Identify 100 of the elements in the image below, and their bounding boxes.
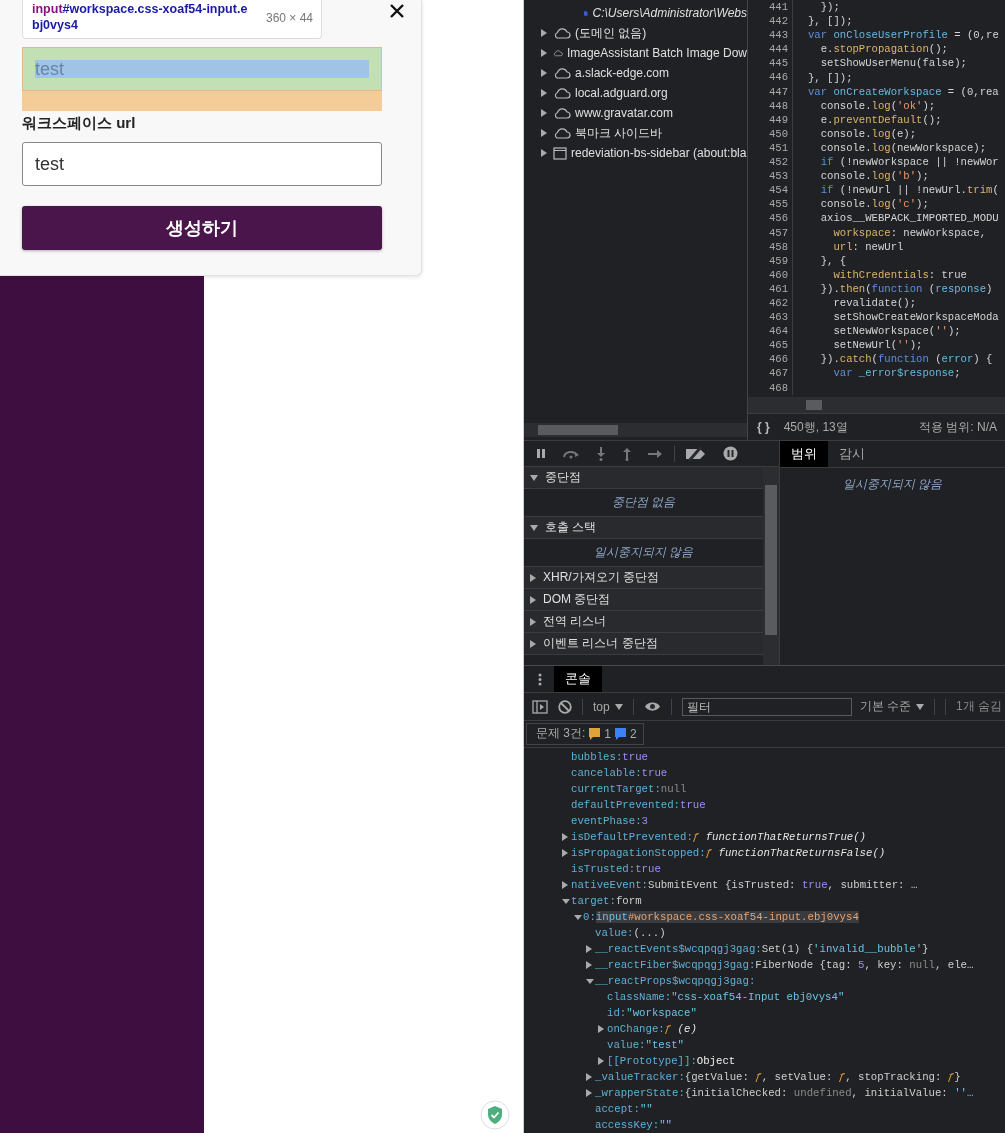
- section-header[interactable]: 중단점: [545, 469, 581, 486]
- line-number: 441: [748, 0, 793, 15]
- issues-button[interactable]: 문제 3건: 1 2: [526, 723, 644, 745]
- code-line: revalidate();: [832, 297, 917, 309]
- code-line: e.preventDefault();: [819, 113, 942, 126]
- format-button[interactable]: { }: [757, 420, 770, 434]
- filter-field[interactable]: 필터: [681, 697, 852, 716]
- expand-arrow-icon[interactable]: [562, 881, 568, 889]
- code-line: setShowCreateWorkspaceModa: [832, 311, 999, 324]
- code-line: console.log(newWorkspace);: [819, 142, 986, 154]
- context-select[interactable]: top: [593, 699, 623, 714]
- clear-icon[interactable]: [558, 699, 572, 714]
- line-number: 458: [748, 239, 793, 254]
- pause-icon[interactable]: [536, 448, 546, 459]
- expand-arrow-icon[interactable]: [530, 639, 536, 648]
- property-line: [[Prototype]]:Object: [607, 1055, 736, 1067]
- property-line: _wrapperState:{initialChecked: undefined, initialValue: ''…: [595, 1087, 974, 1099]
- expand-arrow-icon[interactable]: [586, 961, 592, 969]
- code-line: console.log(e);: [819, 127, 917, 140]
- expand-arrow-icon[interactable]: [574, 914, 582, 920]
- property-line: currentTarget:null: [571, 783, 687, 795]
- element-size: 360 × 44: [265, 11, 313, 25]
- line-number: 459: [748, 253, 793, 268]
- close-icon[interactable]: [390, 4, 404, 18]
- tree-item[interactable]: 북마크 사이드바: [575, 124, 663, 142]
- level-select[interactable]: 기본 수준: [859, 698, 925, 715]
- expand-arrow-icon[interactable]: [530, 595, 536, 604]
- shield-icon[interactable]: [480, 1100, 510, 1130]
- expand-arrow-icon[interactable]: [598, 1057, 604, 1065]
- drawer-tab[interactable]: 콘솔: [554, 666, 602, 692]
- eye-icon[interactable]: [643, 701, 661, 712]
- expand-arrow-icon[interactable]: [530, 474, 538, 481]
- tree-item[interactable]: C:\Users\Administrator\Webs: [592, 6, 747, 20]
- step-out-icon[interactable]: [622, 446, 632, 461]
- issue-count: 2: [630, 726, 637, 741]
- line-number: 451: [748, 140, 793, 156]
- tree-item[interactable]: a.slack-edge.com: [575, 66, 670, 80]
- step-over-icon[interactable]: [562, 448, 580, 459]
- expand-arrow-icon[interactable]: [541, 129, 547, 137]
- cloud-icon: [553, 127, 571, 139]
- line-number: 453: [748, 169, 793, 184]
- create-button[interactable]: 생성하기: [22, 206, 382, 250]
- cloud-icon: [553, 27, 571, 39]
- code-line: });: [819, 1, 840, 14]
- breakpoints-off-icon[interactable]: [685, 446, 707, 461]
- expand-arrow-icon[interactable]: [530, 573, 536, 582]
- expand-arrow-icon[interactable]: [562, 833, 568, 841]
- expand-arrow-icon[interactable]: [586, 1089, 592, 1097]
- code-line: }).catch(function (error) {: [819, 353, 993, 366]
- pause-exceptions-icon[interactable]: [723, 446, 738, 461]
- line-number: 464: [748, 324, 793, 339]
- sidebar-toggle-icon[interactable]: [532, 699, 548, 714]
- step-icon[interactable]: [648, 449, 664, 458]
- property-line: nativeEvent:SubmitEvent {isTrusted: true, submitter: …: [571, 879, 918, 891]
- scrollbar[interactable]: [524, 423, 747, 437]
- expand-arrow-icon[interactable]: [541, 89, 547, 97]
- expand-arrow-icon[interactable]: [562, 898, 570, 904]
- line-number: 462: [748, 295, 793, 311]
- tree-item[interactable]: local.adguard.org: [575, 86, 668, 100]
- step-into-icon[interactable]: [596, 446, 606, 461]
- expand-arrow-icon[interactable]: [541, 149, 547, 157]
- expand-arrow-icon[interactable]: [586, 1073, 592, 1081]
- scrollbar[interactable]: [748, 397, 1005, 413]
- expand-arrow-icon[interactable]: [586, 978, 594, 984]
- property-line: value:(...): [595, 927, 666, 939]
- line-number: 460: [748, 267, 793, 282]
- expand-arrow-icon[interactable]: [598, 1025, 604, 1033]
- code-line: }, []);: [807, 71, 853, 84]
- property-line: isDefaultPrevented:ƒ functionThatReturnsTrue(): [571, 831, 867, 843]
- section-header[interactable]: 호출 스택: [545, 519, 597, 536]
- line-number: 452: [748, 155, 793, 170]
- code-line: axios__WEBPACK_IMPORTED_MODU: [819, 212, 999, 225]
- empty-message: 일시중지되지 않음: [842, 477, 943, 491]
- panel-tab[interactable]: 범위: [780, 441, 828, 467]
- expand-arrow-icon[interactable]: [530, 617, 536, 626]
- expand-arrow-icon[interactable]: [541, 29, 547, 37]
- property-line: cancelable:true: [571, 767, 668, 779]
- panel-tab[interactable]: 감시: [828, 441, 876, 467]
- more-icon[interactable]: [538, 672, 542, 686]
- property-line: defaultPrevented:true: [571, 799, 706, 811]
- line-number: 456: [748, 211, 793, 226]
- tree-item[interactable]: ImageAssistant Batch Image Dow: [566, 46, 747, 60]
- property-line: className:"css-xoaf54-Input ebj0vys4": [607, 991, 845, 1003]
- expand-arrow-icon[interactable]: [586, 945, 592, 953]
- tree-item[interactable]: (도메인 없음): [575, 24, 647, 42]
- code-line: e.stopPropagation();: [819, 43, 948, 56]
- tree-item[interactable]: www.gravatar.com: [575, 106, 674, 120]
- expand-arrow-icon[interactable]: [541, 69, 547, 77]
- code-line: if (!newWorkspace || !newWor: [819, 156, 999, 169]
- expand-arrow-icon[interactable]: [562, 849, 568, 857]
- cloud-icon: [553, 47, 563, 59]
- line-number: 449: [748, 112, 793, 127]
- line-number: 466: [748, 352, 793, 367]
- line-number: 450: [748, 126, 793, 141]
- tree-item[interactable]: redeviation-bs-sidebar (about:bla: [571, 146, 747, 160]
- input-field[interactable]: test: [22, 142, 382, 186]
- expand-arrow-icon[interactable]: [541, 49, 547, 57]
- scrollbar[interactable]: [763, 467, 779, 665]
- expand-arrow-icon[interactable]: [541, 109, 547, 117]
- expand-arrow-icon[interactable]: [530, 524, 538, 531]
